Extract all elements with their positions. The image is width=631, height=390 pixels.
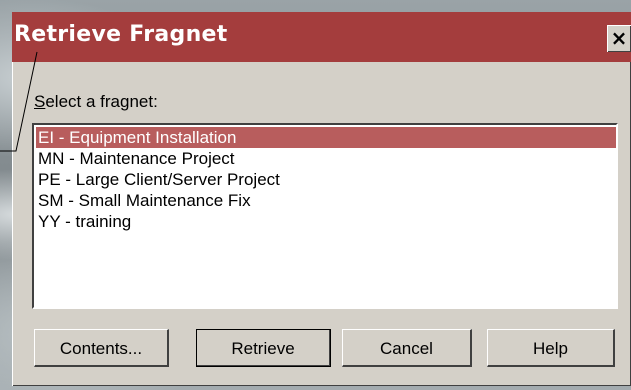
list-item-ei[interactable]: EI - Equipment Installation	[36, 127, 616, 148]
dialog-title: Retrieve Fragnet	[14, 22, 228, 47]
list-item-mn[interactable]: MN - Maintenance Project	[36, 148, 616, 169]
select-fragnet-label: Select a fragnet:	[34, 92, 158, 112]
help-button[interactable]: Help	[487, 329, 615, 367]
fragnet-listbox[interactable]: EI - Equipment Installation MN - Mainten…	[32, 123, 618, 309]
contents-button[interactable]: Contents...	[34, 329, 169, 367]
label-text: elect a fragnet:	[45, 92, 158, 111]
close-icon[interactable]: ×	[607, 25, 631, 52]
retrieve-fragnet-dialog: Retrieve Fragnet × Select a fragnet: EI …	[12, 12, 631, 386]
title-bar[interactable]: Retrieve Fragnet ×	[12, 12, 631, 62]
list-item-pe[interactable]: PE - Large Client/Server Project	[36, 169, 616, 190]
retrieve-button[interactable]: Retrieve	[196, 329, 331, 367]
list-item-sm[interactable]: SM - Small Maintenance Fix	[36, 190, 616, 211]
label-hotkey: S	[34, 92, 46, 111]
list-item-yy[interactable]: YY - training	[36, 211, 616, 232]
cancel-button[interactable]: Cancel	[342, 329, 472, 367]
